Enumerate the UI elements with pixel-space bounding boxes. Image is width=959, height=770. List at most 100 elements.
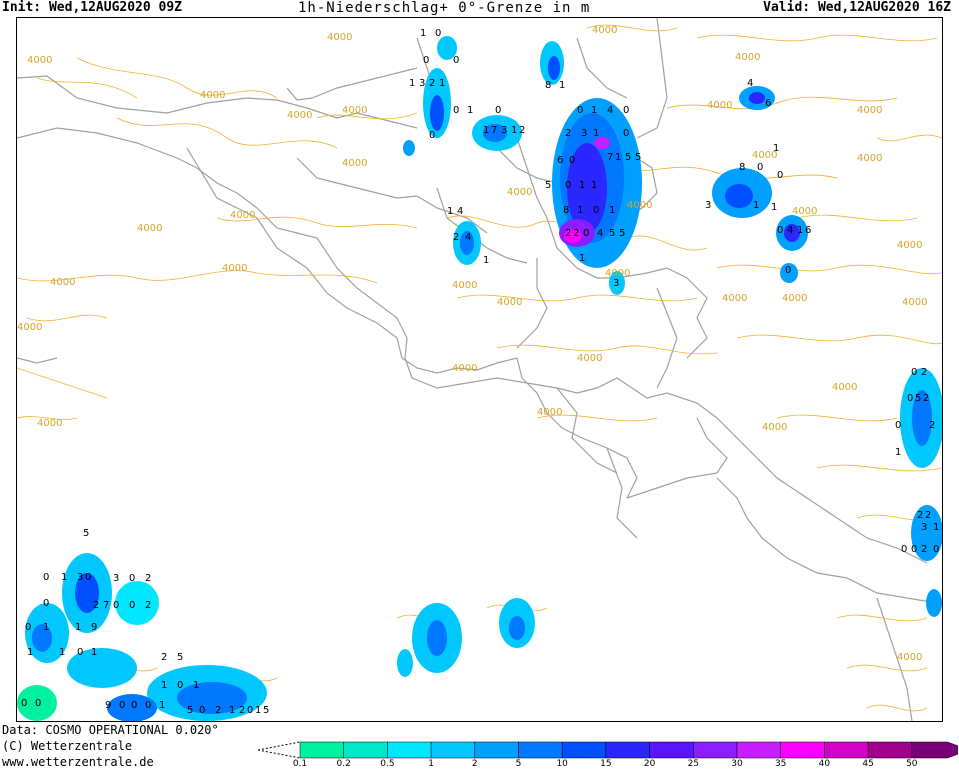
precip-value: 0 bbox=[423, 55, 429, 66]
freezing-level-label: 4000 bbox=[735, 52, 760, 63]
precip-value: 0 bbox=[495, 105, 501, 116]
precip-value: 1 bbox=[615, 152, 621, 163]
precip-value: 1 bbox=[27, 647, 33, 658]
freezing-level-label: 4000 bbox=[452, 363, 477, 374]
legend-swatch bbox=[474, 741, 519, 759]
freezing-level-label: 4000 bbox=[897, 652, 922, 663]
precip-value: 0 bbox=[129, 573, 135, 584]
precip-value: 5 bbox=[83, 528, 89, 539]
precip-value: 5 bbox=[545, 180, 551, 191]
precip-value: 1 bbox=[409, 78, 415, 89]
precip-value: 1 bbox=[447, 206, 453, 217]
freezing-level-label: 4000 bbox=[287, 110, 312, 121]
freezing-level-label: 4000 bbox=[722, 293, 747, 304]
precip-value: 0 bbox=[429, 130, 435, 141]
precip-value: 9 bbox=[105, 700, 111, 711]
freezing-level-label: 4000 bbox=[452, 280, 477, 291]
precip-value: 0 bbox=[569, 155, 575, 166]
legend-swatch bbox=[911, 741, 958, 759]
precip-value: 1 bbox=[483, 255, 489, 266]
precip-value: 0 bbox=[129, 600, 135, 611]
precip-value: 6 bbox=[805, 225, 811, 236]
precip-value: 1 bbox=[91, 647, 97, 658]
precip-value: 3 bbox=[705, 200, 711, 211]
precip-value: 1 bbox=[420, 28, 426, 39]
legend-tick-label: 30 bbox=[731, 759, 743, 769]
precip-value: 2 bbox=[145, 573, 151, 584]
legend-swatch bbox=[299, 741, 344, 759]
freezing-level-label: 4000 bbox=[37, 418, 62, 429]
precip-value: 1 bbox=[43, 622, 49, 633]
legend-swatch bbox=[824, 741, 869, 759]
precip-value: 0 bbox=[145, 700, 151, 711]
legend-bar bbox=[258, 741, 958, 759]
precip-value: 1 bbox=[797, 225, 803, 236]
freezing-level-label: 4000 bbox=[200, 90, 225, 101]
precip-value: 2 bbox=[429, 78, 435, 89]
freezing-level-label: 4000 bbox=[897, 240, 922, 251]
precip-value: 0 bbox=[119, 700, 125, 711]
precip-value: 3 bbox=[419, 78, 425, 89]
color-legend: 0.1 0.2 0.5 1 2 5 10 15 20 25 30 35 40 45 50 bbox=[258, 740, 958, 770]
precip-value: 0 bbox=[131, 700, 137, 711]
precip-value: 2 bbox=[921, 367, 927, 378]
precip-value: 0 bbox=[199, 705, 205, 716]
copyright: (C) Wetterzentrale bbox=[2, 739, 133, 753]
precip-value: 0 bbox=[757, 162, 763, 173]
legend-lead-in bbox=[258, 741, 301, 759]
legend-swatch bbox=[518, 741, 563, 759]
freezing-level-label: 4000 bbox=[577, 353, 602, 364]
precip-value: 5 bbox=[625, 152, 631, 163]
precip-value: 1 bbox=[483, 125, 489, 136]
precip-value: 1 bbox=[593, 128, 599, 139]
legend-swatch bbox=[605, 741, 650, 759]
precip-value: 1 bbox=[771, 202, 777, 213]
precip-value: 2 bbox=[145, 600, 151, 611]
freezing-level-label: 4000 bbox=[537, 407, 562, 418]
legend-tick-label: 0.5 bbox=[380, 759, 395, 769]
precip-value: 1 bbox=[255, 705, 261, 716]
legend-tick-label: 20 bbox=[643, 759, 656, 769]
precip-value: 3 bbox=[77, 572, 83, 583]
freezing-level-label: 4000 bbox=[230, 210, 255, 221]
precip-value: 2 bbox=[921, 544, 927, 555]
legend-tick-label: 10 bbox=[556, 759, 568, 769]
valid-time: Valid: Wed,12AUG2020 16Z bbox=[763, 0, 951, 15]
precip-value: 2 bbox=[565, 228, 571, 239]
legend-tick-label: 1 bbox=[428, 759, 434, 769]
precip-value: 8 bbox=[739, 162, 745, 173]
precip-value: 2 bbox=[929, 420, 935, 431]
freezing-level-label: 4000 bbox=[627, 200, 652, 211]
precip-value: 4 bbox=[747, 78, 753, 89]
precip-value: 2 bbox=[917, 510, 923, 521]
legend-swatch bbox=[693, 741, 738, 759]
freezing-level-label: 4000 bbox=[832, 382, 857, 393]
precip-value: 2 bbox=[161, 652, 167, 663]
precip-value: 1 bbox=[161, 680, 167, 691]
precip-value: 2 bbox=[215, 705, 221, 716]
legend-swatch bbox=[649, 741, 694, 759]
precip-value: 0 bbox=[895, 420, 901, 431]
map-title: 1h-Niederschlag+ 0°-Grenze in m bbox=[298, 0, 591, 16]
precip-value: 3 bbox=[501, 125, 507, 136]
website: www.wetterzentrale.de bbox=[2, 755, 154, 769]
legend-swatch bbox=[780, 741, 825, 759]
legend-swatch bbox=[736, 741, 781, 759]
precip-value: 5 bbox=[609, 228, 615, 239]
precip-value: 1 bbox=[579, 180, 585, 191]
freezing-level-label: 4000 bbox=[222, 263, 247, 274]
precip-value: 0 bbox=[35, 698, 41, 709]
precip-value: 1 bbox=[591, 180, 597, 191]
precip-value: 3 bbox=[613, 278, 619, 289]
precip-value: 7 bbox=[491, 125, 497, 136]
precip-value: 1 bbox=[753, 200, 759, 211]
precip-value: 2 bbox=[239, 705, 245, 716]
precip-value: 0 bbox=[43, 598, 49, 609]
precip-value: 2 bbox=[519, 125, 525, 136]
precip-value: 3 bbox=[113, 573, 119, 584]
precip-value: 5 bbox=[263, 705, 269, 716]
precip-value: 0 bbox=[565, 180, 571, 191]
freezing-level-label: 4000 bbox=[857, 105, 882, 116]
freezing-level-label: 4000 bbox=[902, 297, 927, 308]
precip-value: 4 bbox=[465, 232, 471, 243]
